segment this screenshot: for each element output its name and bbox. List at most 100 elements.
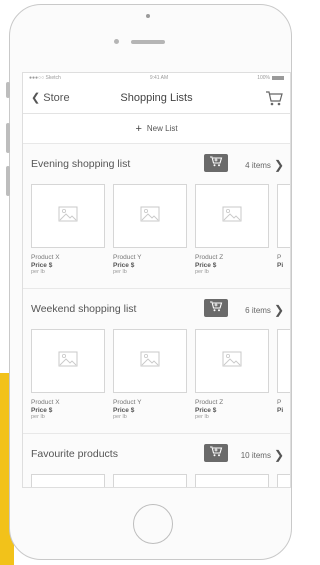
item-count-label: 6 items bbox=[245, 306, 271, 315]
product-unit: per lb bbox=[31, 414, 45, 420]
product-info: Product Z Price $ per lb bbox=[195, 399, 269, 433]
product-name: Product Y bbox=[113, 254, 142, 261]
product-unit: per lb bbox=[195, 269, 209, 275]
battery-indicator: 100% bbox=[257, 75, 284, 81]
list-header[interactable]: Weekend shopping list 6 items ❯ bbox=[23, 289, 290, 329]
item-count[interactable]: 10 items ❯ bbox=[241, 448, 284, 462]
shopping-lists: Evening shopping list 4 items ❯ Product X Pr… bbox=[23, 144, 290, 487]
product-name: P bbox=[277, 399, 282, 406]
new-list-label: New List bbox=[146, 124, 178, 133]
shopping-list-section: Weekend shopping list 6 items ❯ Product X Pr… bbox=[23, 289, 290, 434]
product-unit: per lb bbox=[113, 414, 127, 420]
product-info: Product Z Price $ per lb bbox=[195, 254, 269, 288]
clock: 9:41 AM bbox=[149, 75, 169, 81]
cart-icon bbox=[209, 444, 223, 462]
item-count-label: 10 items bbox=[240, 451, 271, 460]
product-name: Product Z bbox=[195, 254, 224, 261]
image-placeholder-icon bbox=[222, 206, 242, 227]
product-image bbox=[113, 184, 187, 248]
navigation-bar: ❮ Store Shopping Lists bbox=[23, 83, 290, 114]
product-price: Price $ bbox=[195, 406, 217, 414]
product-row: Product X Price $ per lb Product Y Price $ pe… bbox=[23, 184, 290, 288]
product-card[interactable] bbox=[113, 474, 187, 487]
add-to-cart-button[interactable] bbox=[204, 299, 228, 317]
status-bar: ●●●○○ Sketch 9:41 AM 100% bbox=[23, 73, 290, 83]
product-image bbox=[277, 474, 290, 487]
battery-icon bbox=[272, 75, 284, 80]
product-card[interactable]: Product X Price $ per lb bbox=[31, 329, 105, 433]
product-info: Product Y Price $ per lb bbox=[113, 399, 187, 433]
carrier-label: ●●●○○ Sketch bbox=[29, 75, 61, 81]
image-placeholder-icon bbox=[58, 351, 78, 372]
product-price: Price $ bbox=[195, 261, 217, 269]
earpiece-speaker bbox=[131, 40, 165, 44]
product-price: Price $ bbox=[113, 261, 135, 269]
product-name: Product X bbox=[31, 399, 60, 406]
proximity-sensor bbox=[114, 39, 119, 44]
product-card[interactable] bbox=[195, 474, 269, 487]
product-card[interactable]: Product Z Price $ per lb bbox=[195, 184, 269, 288]
item-count[interactable]: 4 items ❯ bbox=[245, 158, 284, 172]
list-header[interactable]: Favourite products 10 items ❯ bbox=[23, 434, 290, 474]
product-image bbox=[277, 329, 290, 393]
image-placeholder-icon bbox=[140, 351, 160, 372]
product-unit: per lb bbox=[195, 414, 209, 420]
shopping-list-section: Favourite products 10 items ❯ bbox=[23, 434, 290, 487]
product-unit: per lb bbox=[113, 269, 127, 275]
product-price: Price $ bbox=[113, 406, 135, 414]
product-info: Product Y Price $ per lb bbox=[113, 254, 187, 288]
product-price: Pi bbox=[277, 261, 284, 269]
battery-label: 100% bbox=[257, 75, 270, 81]
product-image bbox=[31, 184, 105, 248]
chevron-right-icon: ❯ bbox=[273, 303, 284, 317]
add-to-cart-button[interactable] bbox=[204, 154, 228, 172]
product-card[interactable]: Product Z Price $ per lb bbox=[195, 329, 269, 433]
product-image bbox=[31, 474, 105, 487]
product-info: P Pi bbox=[277, 254, 290, 288]
product-card[interactable]: Product X Price $ per lb bbox=[31, 184, 105, 288]
app-screen: ●●●○○ Sketch 9:41 AM 100% ❮ Store Shoppi… bbox=[22, 72, 291, 488]
product-image bbox=[195, 184, 269, 248]
product-card[interactable]: P Pi bbox=[277, 184, 290, 288]
product-image bbox=[31, 329, 105, 393]
image-placeholder-icon bbox=[58, 206, 78, 227]
list-name: Weekend shopping list bbox=[31, 303, 137, 315]
product-image bbox=[195, 474, 269, 487]
product-price: Price $ bbox=[31, 406, 53, 414]
product-image bbox=[113, 329, 187, 393]
chevron-right-icon: ❯ bbox=[273, 158, 284, 172]
product-card[interactable]: Product Y Price $ per lb bbox=[113, 184, 187, 288]
image-placeholder-icon bbox=[222, 351, 242, 372]
chevron-right-icon: ❯ bbox=[273, 448, 284, 462]
list-header[interactable]: Evening shopping list 4 items ❯ bbox=[23, 144, 290, 184]
product-card[interactable]: P Pi bbox=[277, 329, 290, 433]
page-title: Shopping Lists bbox=[120, 92, 193, 104]
list-name: Favourite products bbox=[31, 448, 118, 460]
item-count[interactable]: 6 items ❯ bbox=[245, 303, 284, 317]
item-count-label: 4 items bbox=[245, 161, 271, 170]
product-card[interactable] bbox=[277, 474, 290, 487]
product-info: Product X Price $ per lb bbox=[31, 399, 105, 433]
product-name: Product Y bbox=[113, 399, 142, 406]
shopping-list-section: Evening shopping list 4 items ❯ Product X Pr… bbox=[23, 144, 290, 289]
home-button[interactable] bbox=[133, 504, 173, 544]
volume-down-button bbox=[6, 166, 10, 196]
cart-icon bbox=[209, 154, 223, 172]
product-name: P bbox=[277, 254, 282, 261]
product-unit: per lb bbox=[31, 269, 45, 275]
mute-switch bbox=[6, 82, 10, 98]
product-row: Product X Price $ per lb Product Y Price $ pe… bbox=[23, 329, 290, 433]
plus-icon: + bbox=[135, 122, 142, 135]
new-list-button[interactable]: + New List bbox=[23, 114, 290, 144]
cart-icon bbox=[209, 299, 223, 317]
list-name: Evening shopping list bbox=[31, 158, 131, 170]
product-card[interactable] bbox=[31, 474, 105, 487]
volume-up-button bbox=[6, 123, 10, 153]
product-image bbox=[277, 184, 290, 248]
product-card[interactable]: Product Y Price $ per lb bbox=[113, 329, 187, 433]
product-image bbox=[195, 329, 269, 393]
product-price: Price $ bbox=[31, 261, 53, 269]
add-to-cart-button[interactable] bbox=[204, 444, 228, 462]
product-row bbox=[23, 474, 290, 487]
cart-icon[interactable] bbox=[264, 89, 284, 107]
